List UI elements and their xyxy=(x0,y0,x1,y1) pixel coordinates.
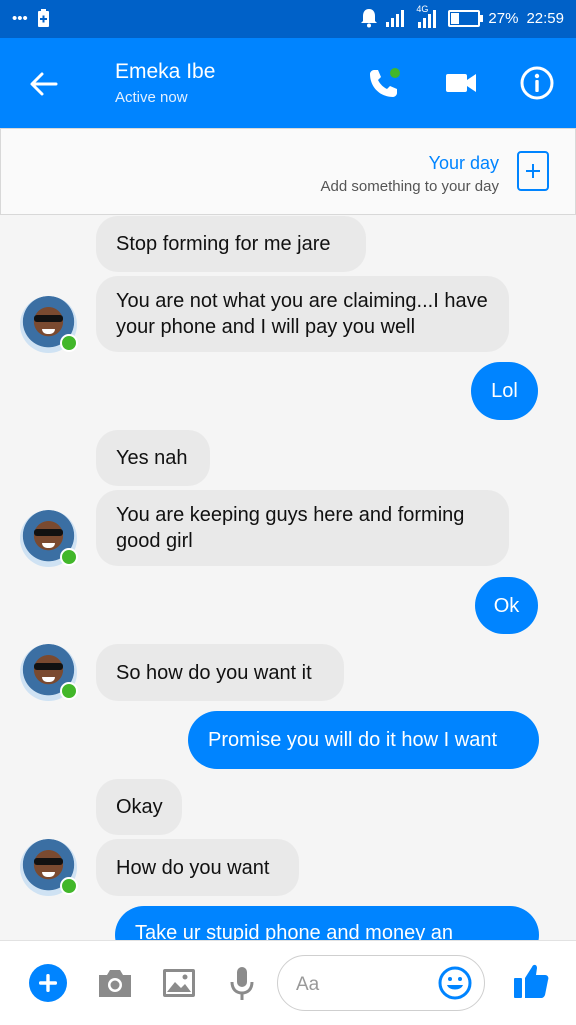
avatar-glasses xyxy=(34,858,63,865)
thumbs-up-icon[interactable] xyxy=(512,961,550,1001)
message-input-placeholder: Aa xyxy=(296,974,320,995)
your-day-subtitle: Add something to your day xyxy=(320,178,499,195)
message-outgoing[interactable]: Ok xyxy=(475,577,538,634)
status-bar: ••• 4G 27% 22:59 xyxy=(0,0,576,38)
more-notifications-icon: ••• xyxy=(12,9,28,27)
avatar-smile xyxy=(42,677,55,682)
online-indicator-icon xyxy=(60,682,78,700)
message-incoming[interactable]: You are not what you are claiming...I ha… xyxy=(96,276,509,352)
message-incoming[interactable]: How do you want xyxy=(96,839,299,896)
message-incoming[interactable]: You are keeping guys here and forming go… xyxy=(96,490,509,566)
battery-percent: 27% xyxy=(488,9,519,27)
avatar[interactable] xyxy=(20,644,78,701)
camera-icon[interactable] xyxy=(95,963,135,1003)
message-outgoing[interactable]: Promise you will do it how I want xyxy=(188,711,539,769)
phone-call-icon[interactable] xyxy=(366,65,402,101)
contact-name[interactable]: Emeka Ibe xyxy=(115,60,215,84)
chat-header: Emeka Ibe Active now xyxy=(0,38,576,128)
image-icon[interactable] xyxy=(159,963,199,1003)
avatar[interactable] xyxy=(20,839,78,896)
composer-bar: Aa xyxy=(0,940,576,1025)
avatar-glasses xyxy=(34,663,63,670)
back-arrow-icon[interactable] xyxy=(26,66,62,102)
message-outgoing[interactable]: Lol xyxy=(471,362,538,420)
avatar-smile xyxy=(42,329,55,334)
online-indicator-icon xyxy=(60,548,78,566)
alarm-icon xyxy=(361,9,378,28)
message-incoming[interactable]: Stop forming for me jare xyxy=(96,216,366,272)
avatar[interactable] xyxy=(20,510,78,567)
battery-saver-icon xyxy=(37,9,49,27)
online-indicator-icon xyxy=(60,334,78,352)
contact-status: Active now xyxy=(115,89,188,106)
signal-icon xyxy=(386,10,405,27)
message-input[interactable]: Aa xyxy=(277,955,485,1011)
avatar-glasses xyxy=(34,315,63,322)
battery-icon xyxy=(448,9,484,27)
plus-icon[interactable] xyxy=(28,963,68,1003)
microphone-icon[interactable] xyxy=(222,963,262,1003)
clock: 22:59 xyxy=(526,9,564,27)
add-story-plus-icon[interactable] xyxy=(517,151,549,191)
your-day-banner[interactable]: Your day Add something to your day xyxy=(0,128,576,215)
signal-4g-icon: 4G xyxy=(416,4,440,28)
online-indicator-icon xyxy=(60,877,78,895)
info-icon[interactable] xyxy=(519,65,555,101)
avatar-glasses xyxy=(34,529,63,536)
message-incoming[interactable]: So how do you want it xyxy=(96,644,344,701)
avatar-smile xyxy=(42,543,55,548)
message-incoming[interactable]: Yes nah xyxy=(96,430,210,486)
video-call-icon[interactable] xyxy=(443,65,479,101)
emoji-icon[interactable] xyxy=(438,966,472,1000)
avatar[interactable] xyxy=(20,296,78,353)
message-incoming[interactable]: Okay xyxy=(96,779,182,835)
avatar-smile xyxy=(42,872,55,877)
your-day-title[interactable]: Your day xyxy=(429,153,499,174)
